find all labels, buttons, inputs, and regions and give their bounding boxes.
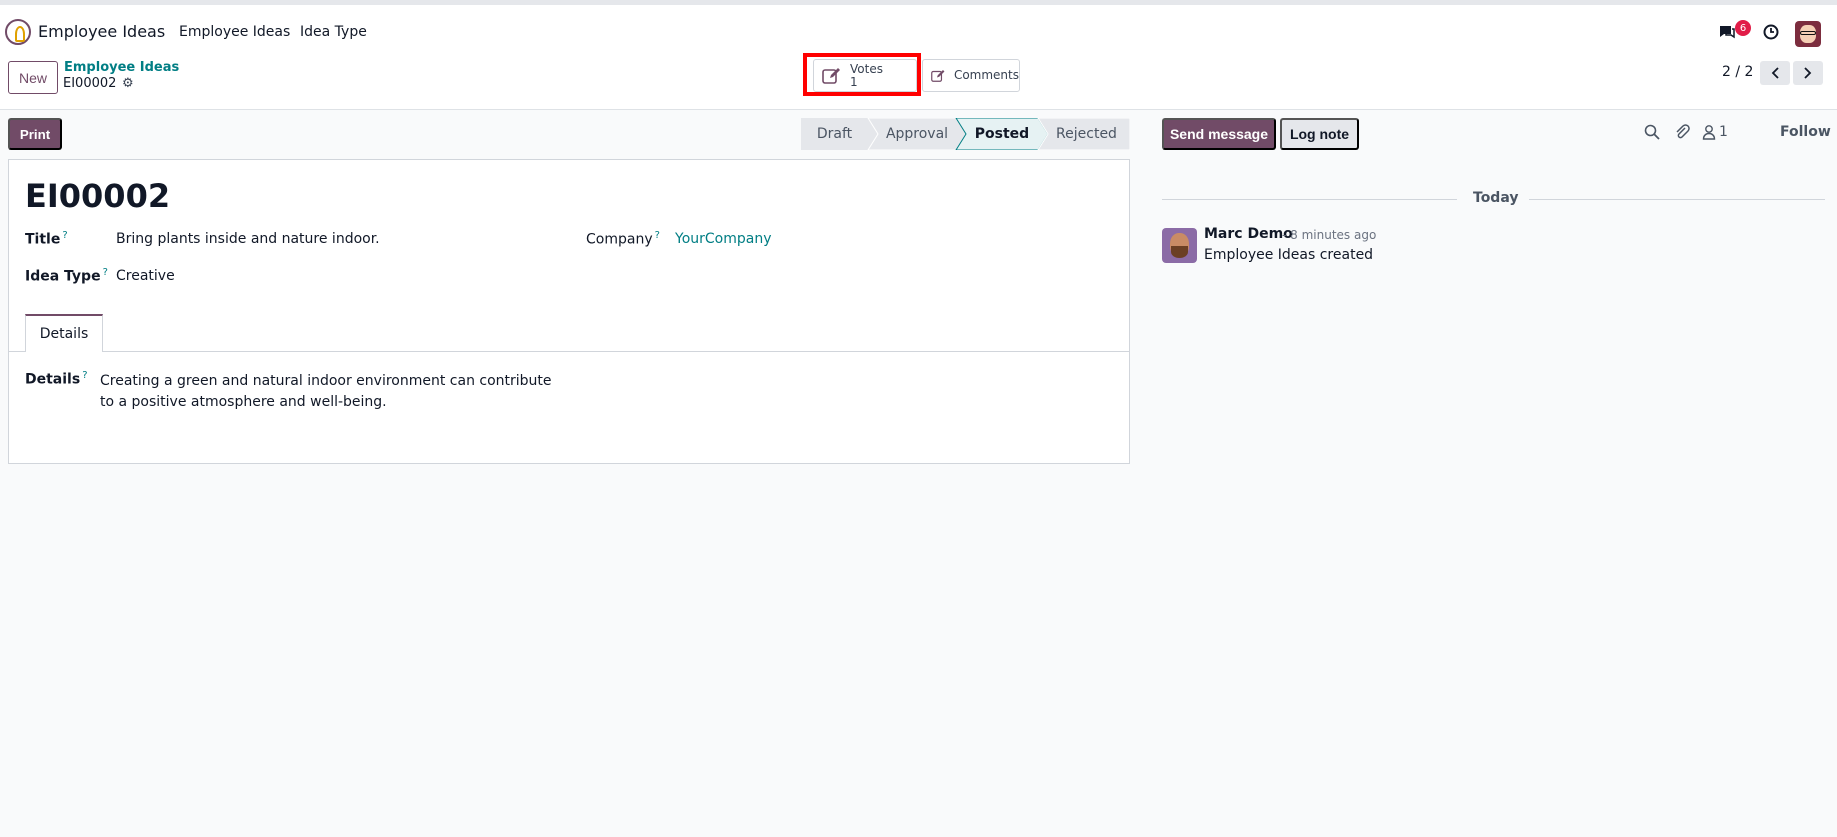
day-separator-line [1529, 199, 1825, 200]
menu-item-employee-ideas[interactable]: Employee Ideas [179, 24, 290, 40]
help-icon[interactable]: ? [82, 370, 87, 381]
messages-badge: 6 [1735, 20, 1751, 36]
title-field-label: Title? [25, 230, 68, 248]
followers-count: 1 [1719, 124, 1728, 140]
log-note-button[interactable]: Log note [1280, 118, 1359, 150]
breadcrumb-employee-ideas[interactable]: Employee Ideas [64, 60, 179, 75]
pager-value[interactable]: 2 / 2 [1722, 64, 1753, 80]
search-icon[interactable] [1644, 124, 1660, 140]
send-message-button[interactable]: Send message [1162, 118, 1276, 150]
follow-button[interactable]: Follow [1780, 124, 1831, 140]
stage-posted[interactable]: Posted [961, 118, 1043, 150]
author-avatar[interactable] [1162, 228, 1197, 263]
day-separator-line [1162, 199, 1457, 200]
menu-item-idea-type[interactable]: Idea Type [300, 24, 367, 40]
details-field-value[interactable]: Creating a green and natural indoor envi… [100, 371, 570, 413]
details-field-label: Details? [25, 370, 88, 388]
app-logo-icon[interactable] [5, 19, 31, 45]
idea-type-field-value[interactable]: Creative [116, 268, 175, 284]
comments-smart-button[interactable]: Comments [922, 59, 1020, 92]
gear-icon[interactable]: ⚙ [122, 76, 134, 91]
edit-icon [931, 69, 945, 82]
stage-draft[interactable]: Draft [801, 118, 868, 150]
status-bar: Draft Approval Posted Rejected [801, 118, 1130, 150]
record-title: EI00002 [25, 177, 171, 215]
comments-label: Comments [953, 68, 1019, 82]
activity-clock-icon[interactable] [1760, 21, 1782, 43]
pager-next-button[interactable] [1793, 61, 1823, 85]
company-field-value[interactable]: YourCompany [675, 231, 772, 247]
tab-details[interactable]: Details [25, 314, 103, 352]
breadcrumb-current-record: EI00002 [63, 76, 117, 91]
message-body: Employee Ideas created [1204, 247, 1374, 263]
help-icon[interactable]: ? [62, 230, 67, 241]
followers-button[interactable]: 1 [1702, 124, 1728, 140]
user-icon [1702, 125, 1716, 140]
help-icon[interactable]: ? [655, 230, 660, 241]
paperclip-icon[interactable] [1674, 124, 1690, 140]
print-button[interactable]: Print [8, 118, 62, 150]
new-button[interactable]: New [8, 61, 58, 94]
top-navbar: Employee Ideas Employee Ideas Idea Type … [0, 0, 1837, 54]
votes-highlight-box [803, 53, 921, 96]
message-author[interactable]: Marc Demo [1204, 226, 1293, 242]
app-name[interactable]: Employee Ideas [38, 22, 165, 41]
idea-type-field-label: Idea Type? [25, 267, 108, 285]
day-separator: Today [1473, 190, 1519, 206]
company-field-label: Company? [586, 230, 660, 248]
stage-rejected[interactable]: Rejected [1043, 118, 1130, 150]
pager-previous-button[interactable] [1760, 61, 1790, 85]
form-sheet: EI00002 Title? Bring plants inside and n… [8, 159, 1130, 464]
title-field-value[interactable]: Bring plants inside and nature indoor. [116, 231, 380, 247]
tabs-divider [9, 351, 1129, 352]
help-icon[interactable]: ? [103, 267, 108, 278]
user-avatar[interactable] [1795, 21, 1821, 47]
message-time: - 8 minutes ago [1282, 228, 1377, 242]
stage-approval[interactable]: Approval [873, 118, 961, 150]
